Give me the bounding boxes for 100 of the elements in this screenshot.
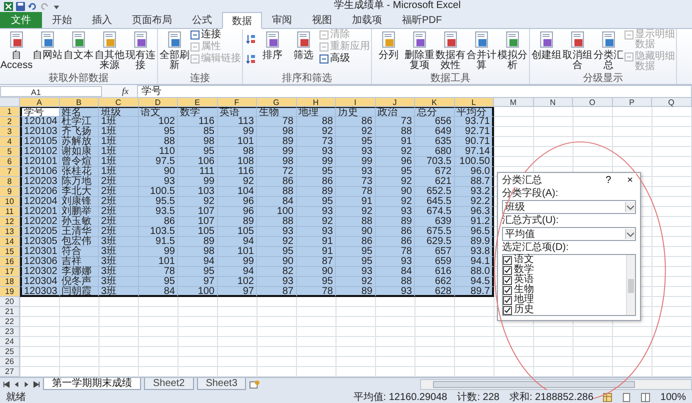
ribbon-tab[interactable]: 福昕PDF bbox=[392, 12, 452, 28]
column-header[interactable]: O bbox=[573, 98, 612, 107]
row-header[interactable]: 26 bbox=[0, 357, 20, 367]
column-header[interactable]: D bbox=[138, 98, 178, 107]
row-header[interactable]: 17 bbox=[0, 267, 20, 277]
row-header[interactable]: 13 bbox=[0, 227, 20, 237]
file-menu-button[interactable]: 文件 bbox=[0, 12, 42, 28]
column-header[interactable]: P bbox=[612, 98, 652, 107]
ribbon-button[interactable]: 删除重复项 bbox=[404, 30, 435, 73]
ribbon-button[interactable]: 自 Access bbox=[1, 30, 32, 73]
column-header[interactable]: N bbox=[534, 98, 573, 107]
row-header[interactable]: 21 bbox=[0, 307, 20, 317]
last-sheet-icon[interactable] bbox=[33, 380, 40, 388]
row-header[interactable]: 10 bbox=[0, 197, 20, 207]
column-header[interactable]: A bbox=[20, 98, 60, 107]
row-header[interactable]: 5 bbox=[0, 147, 20, 157]
ribbon-button[interactable]: 分类汇总 bbox=[593, 30, 624, 73]
excel-logo-icon[interactable] bbox=[4, 2, 13, 10]
row-header[interactable]: 4 bbox=[0, 137, 20, 147]
row-header[interactable]: 23 bbox=[0, 327, 20, 337]
column-header[interactable]: K bbox=[415, 98, 454, 107]
column-header[interactable]: B bbox=[60, 98, 99, 107]
normal-view-icon[interactable] bbox=[603, 392, 612, 402]
ribbon-button[interactable]: 自其他来源 bbox=[94, 30, 125, 73]
checkbox[interactable] bbox=[503, 266, 512, 274]
ribbon-tab[interactable]: 页面布局 bbox=[122, 12, 182, 28]
subtotal-item-checkbox[interactable]: 地理 bbox=[503, 295, 626, 305]
ribbon-tab[interactable]: 加载项 bbox=[342, 12, 392, 28]
next-sheet-icon[interactable] bbox=[23, 380, 30, 388]
ribbon-tab[interactable]: 公式 bbox=[182, 12, 222, 28]
ribbon-tab[interactable]: 视图 bbox=[302, 12, 342, 28]
column-header[interactable]: M bbox=[494, 98, 534, 107]
insert-sheet-icon[interactable] bbox=[249, 380, 260, 388]
help-button[interactable]: ? bbox=[602, 174, 614, 186]
previous-sheet-icon[interactable] bbox=[13, 380, 20, 388]
sheet-tab[interactable]: Sheet3 bbox=[196, 378, 246, 390]
checkbox[interactable] bbox=[503, 306, 512, 314]
ribbon-button[interactable]: 分列 bbox=[373, 30, 404, 73]
row-header[interactable]: 20 bbox=[0, 297, 20, 307]
row-header[interactable]: 18 bbox=[0, 277, 20, 287]
subtotal-item-checkbox[interactable]: 生物 bbox=[503, 285, 626, 295]
row-header[interactable]: 7 bbox=[0, 167, 20, 177]
row-header[interactable]: 6 bbox=[0, 157, 20, 167]
ribbon-button[interactable]: 模拟分析 bbox=[497, 30, 528, 73]
column-header[interactable]: I bbox=[336, 98, 376, 107]
subtotal-item-checkbox[interactable]: 英语 bbox=[503, 275, 626, 285]
ribbon-button[interactable]: 自文本 bbox=[63, 30, 94, 73]
row-header[interactable]: 2 bbox=[0, 117, 20, 127]
close-button[interactable]: × bbox=[624, 174, 636, 186]
row-header[interactable]: 16 bbox=[0, 257, 20, 267]
ribbon-tab[interactable]: 审阅 bbox=[262, 12, 302, 28]
name-box[interactable]: A1 bbox=[0, 86, 102, 96]
save-icon[interactable] bbox=[16, 2, 25, 10]
ribbon-tab[interactable]: 数据 bbox=[222, 12, 262, 29]
ribbon-button[interactable]: 自网站 bbox=[32, 30, 63, 73]
ribbon-button[interactable]: 现有连接 bbox=[125, 30, 156, 73]
first-sheet-icon[interactable] bbox=[3, 380, 10, 388]
ribbon-button[interactable]: 连接 bbox=[190, 30, 221, 40]
column-header[interactable]: L bbox=[454, 98, 494, 107]
ribbon-button[interactable]: 高级 bbox=[319, 54, 350, 64]
checkbox[interactable] bbox=[503, 296, 512, 304]
subtotal-item-checkbox[interactable]: 历史 bbox=[503, 305, 626, 315]
ribbon-button[interactable]: 合并计算 bbox=[466, 30, 497, 73]
row-header[interactable]: 24 bbox=[0, 337, 20, 347]
column-header[interactable]: F bbox=[218, 98, 257, 107]
row-header[interactable]: 9 bbox=[0, 187, 20, 197]
column-header[interactable]: C bbox=[99, 98, 138, 107]
ribbon-button[interactable]: 筛选 bbox=[288, 30, 319, 73]
column-header[interactable]: Q bbox=[652, 98, 692, 107]
ribbon-button[interactable]: 数据有效性 bbox=[435, 30, 466, 73]
row-header[interactable]: 8 bbox=[0, 177, 20, 187]
page-layout-icon[interactable] bbox=[622, 392, 632, 402]
ribbon-button[interactable]: 创建组 bbox=[531, 30, 562, 73]
ribbon-button[interactable]: 排序 bbox=[257, 30, 288, 73]
row-header[interactable]: 11 bbox=[0, 207, 20, 217]
subtotal-item-checkbox[interactable]: 数学 bbox=[503, 265, 626, 275]
column-header[interactable]: H bbox=[296, 98, 336, 107]
row-header[interactable]: 3 bbox=[0, 127, 20, 137]
page-break-icon[interactable] bbox=[641, 392, 650, 402]
checkbox[interactable] bbox=[503, 276, 512, 284]
dropdown-arrow-icon[interactable] bbox=[625, 202, 635, 212]
row-header[interactable]: 15 bbox=[0, 247, 20, 257]
ribbon-button[interactable]: 全部刷新 bbox=[159, 30, 190, 73]
row-header[interactable]: 27 bbox=[0, 367, 20, 377]
sheet-tab[interactable]: Sheet2 bbox=[144, 378, 194, 390]
ribbon-button[interactable]: 取消组合 bbox=[562, 30, 593, 73]
checkbox[interactable] bbox=[503, 256, 512, 264]
sheet-tab[interactable]: 第一学期期末成绩 bbox=[43, 378, 141, 390]
zoom-level[interactable]: 100% bbox=[660, 392, 686, 402]
column-header[interactable]: E bbox=[178, 98, 218, 107]
ribbon-tab[interactable]: 插入 bbox=[82, 12, 122, 28]
insert-function-button[interactable]: fx bbox=[102, 86, 136, 96]
ribbon-tab[interactable]: 开始 bbox=[42, 12, 82, 28]
row-header[interactable]: 1 bbox=[0, 107, 20, 117]
formula-field[interactable]: 学号 bbox=[136, 84, 692, 98]
vertical-scrollbar[interactable] bbox=[626, 255, 635, 315]
function-dropdown[interactable]: 平均值 bbox=[502, 227, 636, 241]
horizontal-scrollbar[interactable] bbox=[420, 378, 692, 390]
row-header[interactable]: 14 bbox=[0, 237, 20, 247]
column-header[interactable]: J bbox=[376, 98, 415, 107]
